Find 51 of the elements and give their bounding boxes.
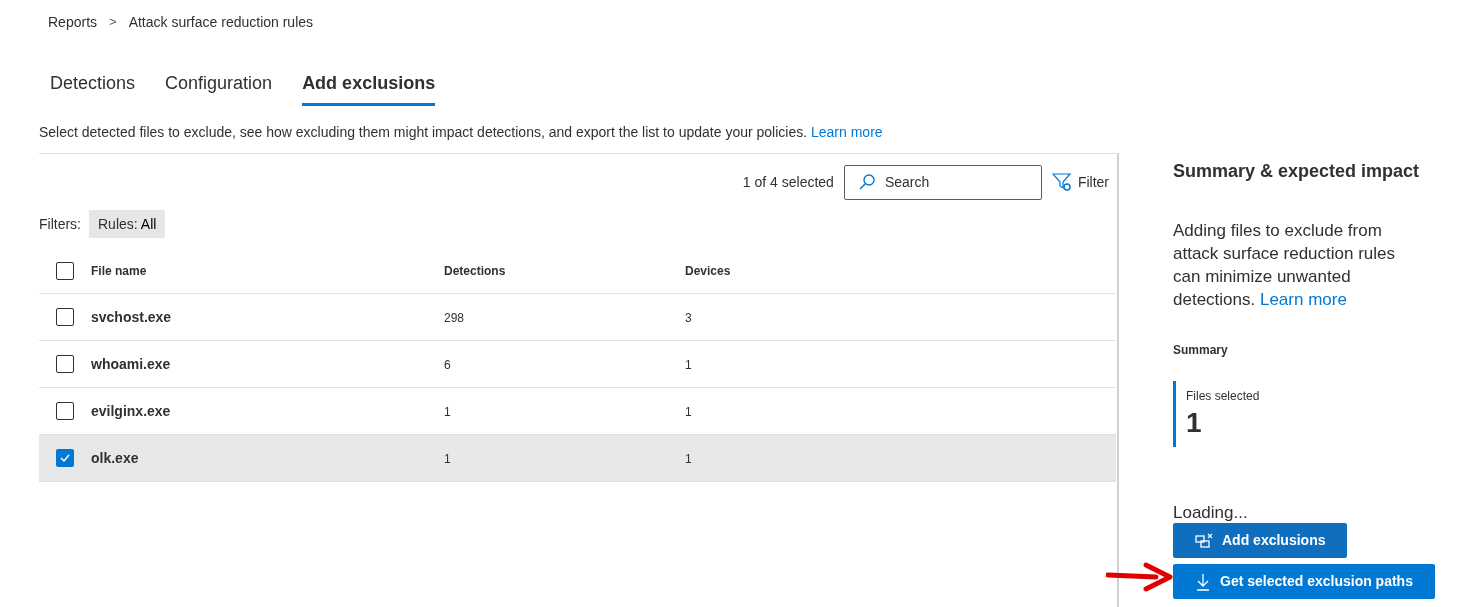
table-cell: 298 [444,311,465,325]
table-cell: 1 [444,452,451,466]
search-icon [857,172,876,191]
checkbox[interactable] [56,355,74,373]
checkbox[interactable] [56,261,74,280]
metric-value: 1 [1186,406,1203,440]
table-cell: evilginx.exe [91,403,171,419]
table-cell: 6 [444,358,451,372]
table-cell: whoami.exe [91,356,171,372]
breadcrumb-item[interactable]: Reports [48,11,98,33]
table-cell: 1 [685,405,692,419]
exclusion-icon [1195,532,1213,549]
description-text: Select detected files to exclude, see how excluding them might impact detections, and export the list to update your policies. Learn more [39,123,884,142]
table-row[interactable]: whoami.exe 6 1 [39,341,1116,388]
add-exclusions-button[interactable]: Add exclusions [1173,523,1348,558]
column-header[interactable]: File name [91,263,147,278]
tab[interactable]: Detections [50,64,136,106]
learn-more-link[interactable]: Learn more [811,124,883,140]
panel-description: Adding files to exclude from attack surface reduction rules can minimize unwanted detections. Learn more [1173,220,1397,311]
arrow-annotation [1106,562,1174,592]
checkbox[interactable] [56,449,74,467]
learn-more-link[interactable]: Learn more [1259,290,1347,309]
checkbox[interactable] [56,308,74,326]
breadcrumb-separator: > [109,13,117,32]
column-header[interactable]: Detections [444,263,506,278]
filters-label: Filters: [39,214,81,234]
panel-title: Summary & expected impact [1173,160,1421,183]
table-cell: 1 [444,405,451,419]
filter-chip[interactable]: Rules: All [89,210,166,238]
filter-icon [1051,172,1072,192]
summary-heading: Summary [1173,342,1229,359]
download-icon [1195,572,1211,591]
checkbox[interactable] [56,402,74,420]
table-cell: 3 [685,311,692,325]
column-header[interactable]: Devices [685,263,731,278]
breadcrumb-item: Attack surface reduction rules [128,12,314,32]
table-cell: olk.exe [91,450,139,466]
table-row[interactable]: olk.exe 1 1 [39,435,1116,482]
selection-count: 1 of 4 selected [742,172,834,192]
table-cell: 1 [685,358,692,372]
search-field[interactable]: Search [843,164,1042,200]
get-paths-button[interactable]: Get selected exclusion paths [1173,564,1435,599]
tab[interactable]: Configuration [165,64,273,106]
tab[interactable]: Add exclusions [302,64,436,106]
table-cell: 1 [685,452,692,466]
loading-status: Loading... [1173,503,1248,523]
check-icon [59,452,71,464]
metric-label: Files selected [1186,388,1261,405]
filter-button[interactable]: Filter [1051,171,1109,193]
table-row[interactable]: svchost.exe 298 3 [39,294,1116,341]
table-cell: svchost.exe [91,309,172,325]
